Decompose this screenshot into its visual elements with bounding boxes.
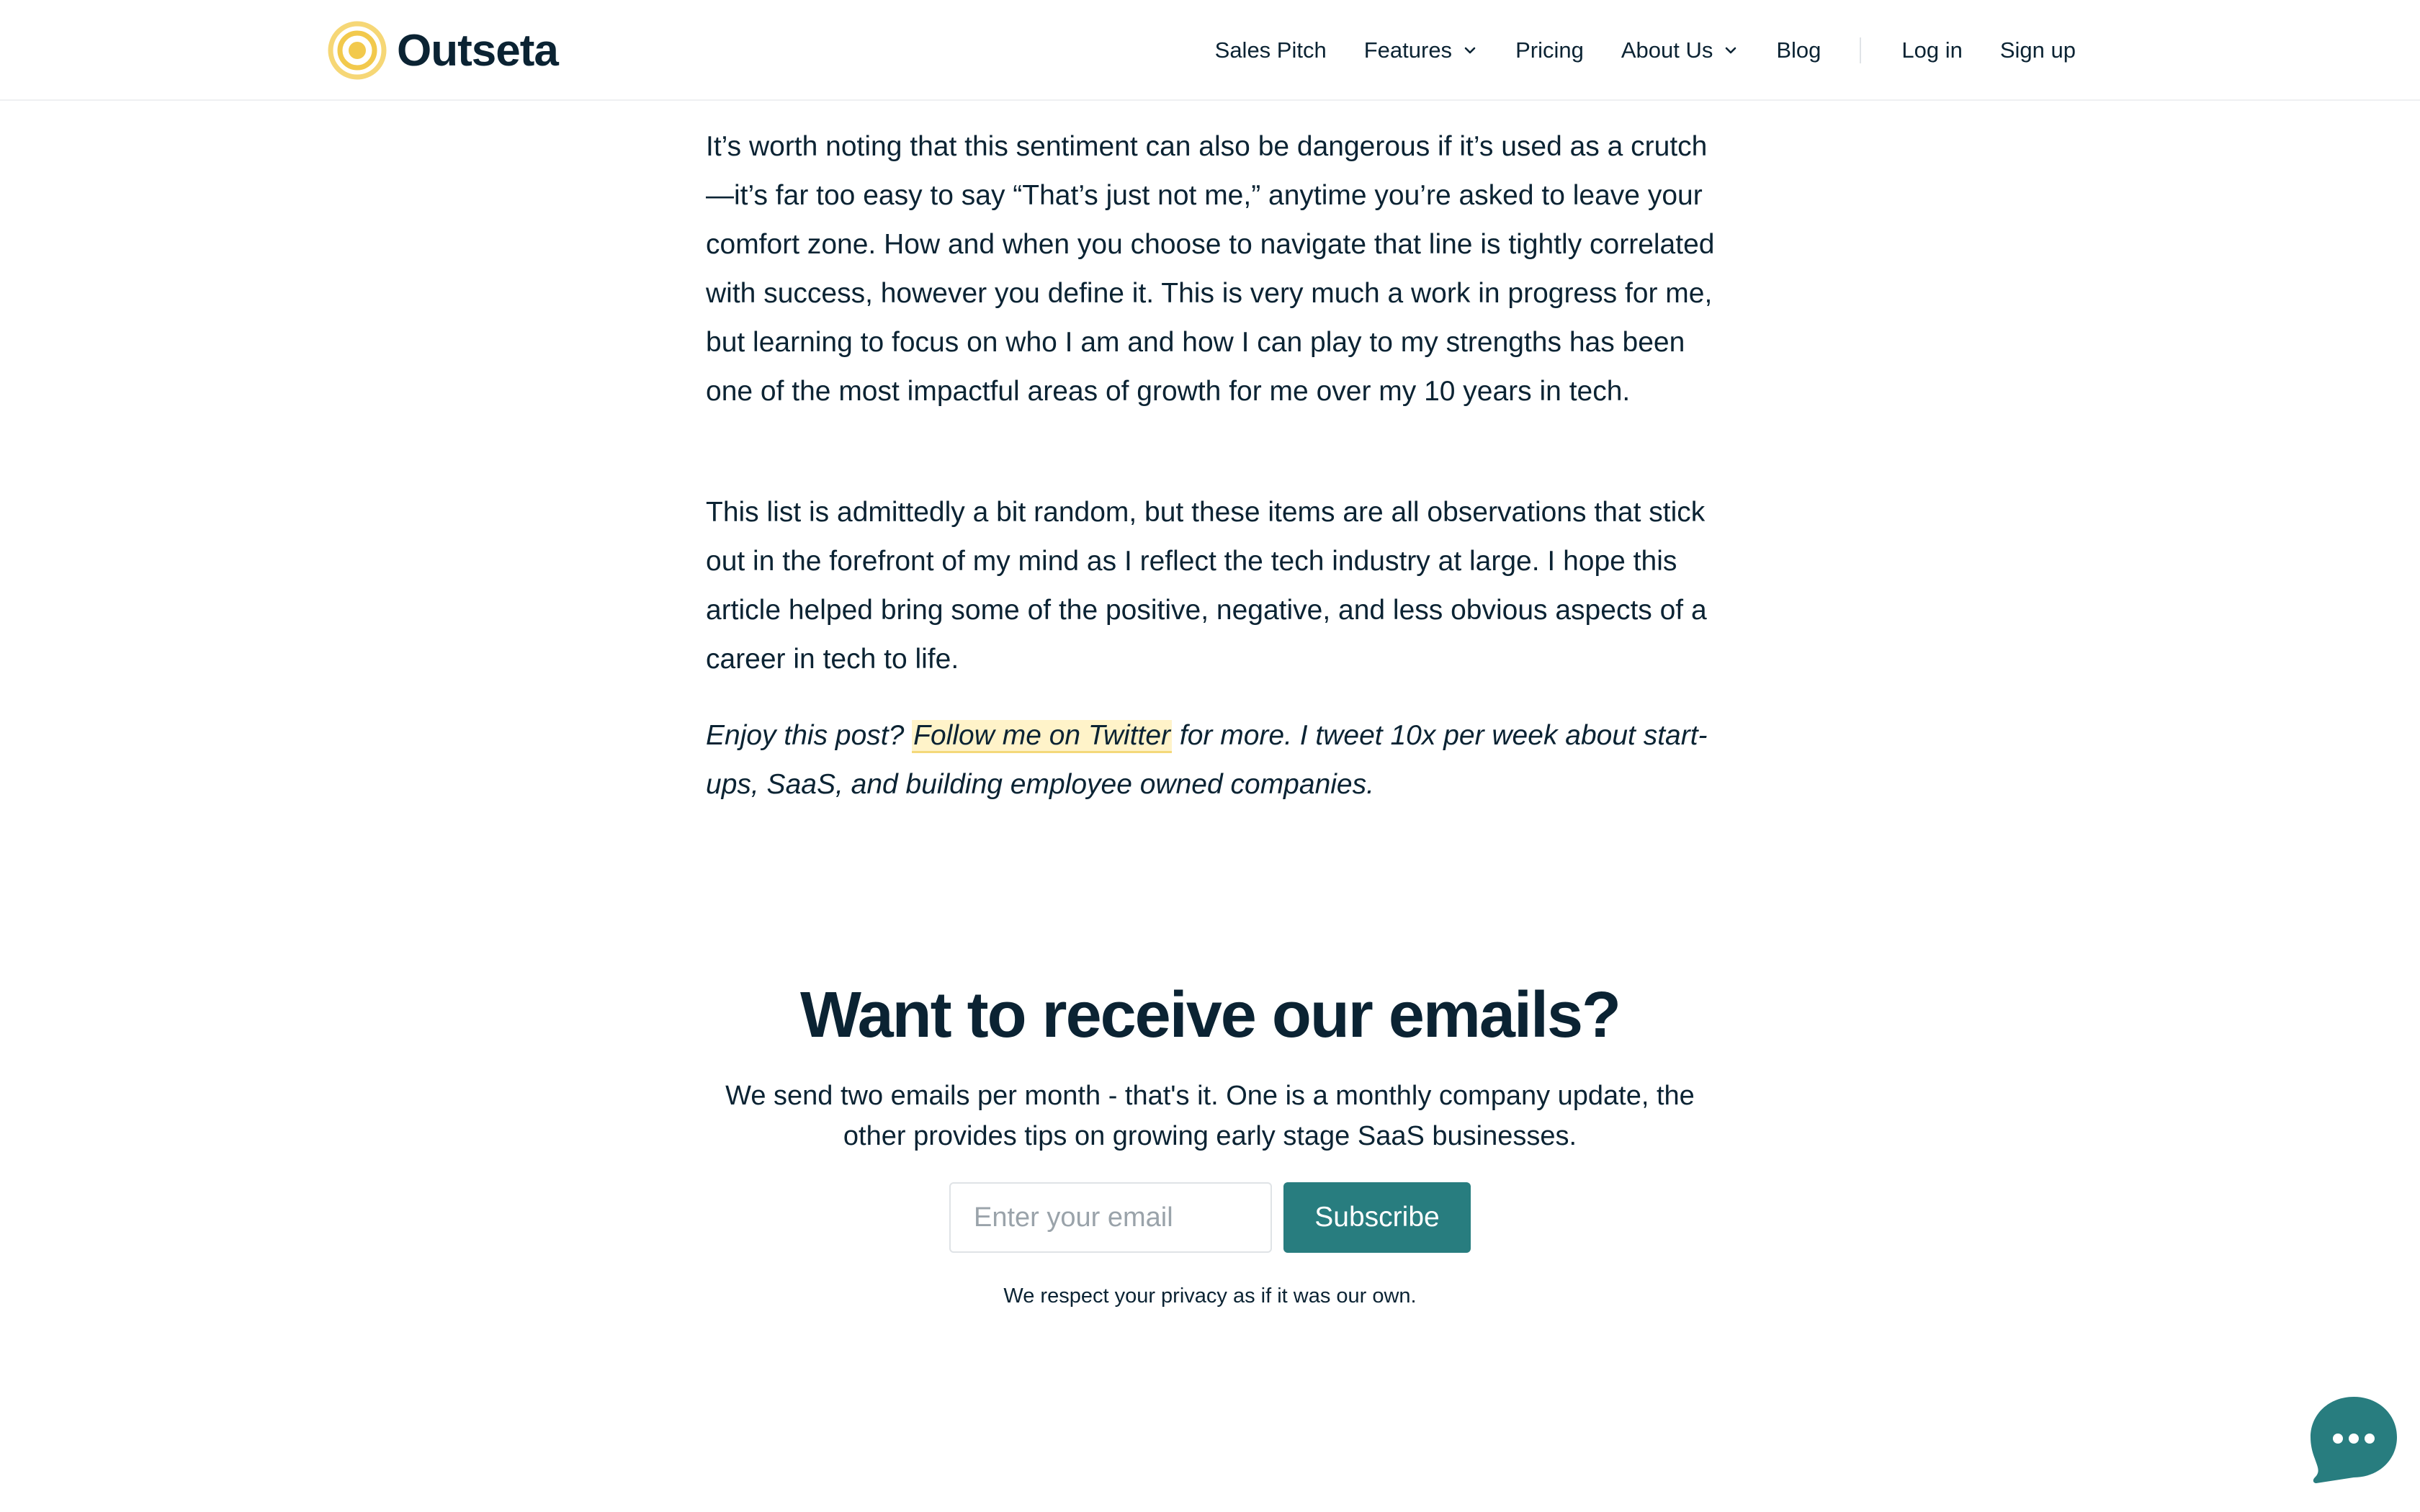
logo-icon <box>328 21 387 80</box>
article-paragraph: This list is admittedly a bit random, bu… <box>706 497 1707 675</box>
nav-item-label: Features <box>1363 37 1453 63</box>
newsletter-title: Want to receive our emails? <box>799 979 1621 1051</box>
chevron-down-icon <box>1464 47 1476 54</box>
nav-item-label: Pricing <box>1515 37 1584 63</box>
site-header: Outseta Sales Pitch Features Pricing Abo… <box>0 0 2420 101</box>
nav-item-pricing[interactable]: Pricing <box>1515 37 1584 63</box>
chat-launcher[interactable] <box>2306 1392 2401 1488</box>
cta-prefix: Enjoy this post? <box>706 720 913 751</box>
twitter-follow-link[interactable]: Follow me on Twitter <box>912 720 1173 753</box>
chat-bubble-icon <box>2311 1397 2397 1483</box>
brand-name: Outseta <box>397 25 559 76</box>
nav-item-about-us[interactable]: About Us <box>1621 37 1739 63</box>
nav-item-label: Blog <box>1776 37 1821 63</box>
main-nav: Sales Pitch Features Pricing About Us Bl… <box>1215 0 2076 101</box>
email-input[interactable] <box>949 1182 1272 1253</box>
signup-link[interactable]: Sign up <box>2000 37 2076 63</box>
nav-item-features[interactable]: Features <box>1364 37 1478 63</box>
subscribe-button[interactable]: Subscribe <box>1283 1182 1471 1253</box>
newsletter-signup: Want to receive our emails? We send two … <box>0 972 2420 1308</box>
nav-divider <box>1860 37 1862 63</box>
chevron-down-icon <box>1726 47 1736 54</box>
nav-item-label: Sales Pitch <box>1214 37 1327 63</box>
nav-item-blog[interactable]: Blog <box>1776 37 1821 63</box>
logo-link[interactable]: Outseta <box>328 20 559 81</box>
privacy-note: We respect your privacy as if it was our… <box>1003 1284 1417 1308</box>
newsletter-form: Subscribe <box>0 1182 2420 1253</box>
nav-item-sales-pitch[interactable]: Sales Pitch <box>1215 37 1327 63</box>
article-body: It’s worth noting that this sentiment ca… <box>706 122 1729 809</box>
login-link[interactable]: Log in <box>1901 37 1962 63</box>
nav-item-label: About Us <box>1621 37 1713 63</box>
article-cta: Enjoy this post? Follow me on Twitter fo… <box>706 711 1729 809</box>
newsletter-description: We send two emails per month - that's it… <box>725 1081 1695 1151</box>
article-paragraph: It’s worth noting that this sentiment ca… <box>706 131 1715 407</box>
